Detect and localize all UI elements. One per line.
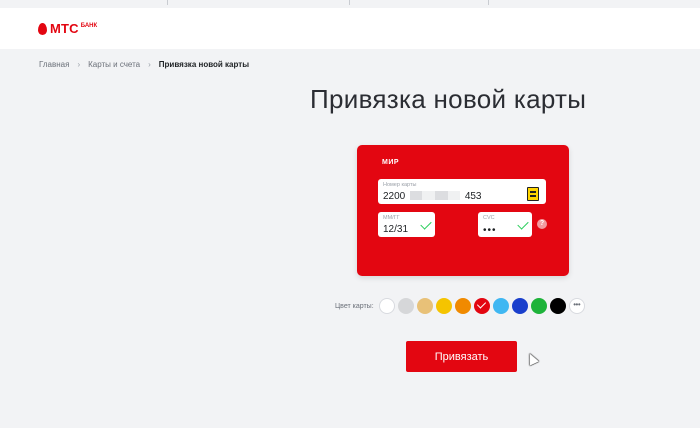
mir-logo: МИР bbox=[382, 159, 400, 166]
color-swatch[interactable] bbox=[454, 298, 471, 314]
tab-divider bbox=[349, 0, 350, 5]
mouse-cursor bbox=[525, 351, 539, 366]
color-swatch[interactable] bbox=[530, 298, 547, 314]
help-icon[interactable]: ? bbox=[537, 219, 547, 229]
header: МТС БАНК bbox=[0, 8, 700, 49]
card-number-input[interactable]: 2200 453 bbox=[383, 191, 482, 202]
tab-divider bbox=[488, 0, 489, 5]
color-swatch[interactable] bbox=[416, 298, 433, 314]
logo-subtext: БАНК bbox=[80, 23, 98, 29]
logo-text: МТС bbox=[50, 21, 79, 36]
card-preview: МИР Номер карты 2200 453 ММ/ГГ 12/31 CVC… bbox=[357, 145, 569, 276]
chevron-right-icon: › bbox=[77, 60, 81, 69]
cvc-field[interactable]: CVC ••• bbox=[478, 212, 532, 237]
card-color-picker: Цвет карты: ••• bbox=[335, 298, 585, 314]
mts-bank-logo[interactable]: МТС БАНК bbox=[38, 22, 97, 38]
top-strip bbox=[0, 0, 700, 8]
cvc-label: CVC bbox=[483, 215, 495, 221]
chevron-right-icon: › bbox=[148, 60, 151, 69]
color-swatch[interactable] bbox=[435, 298, 452, 314]
check-icon bbox=[517, 218, 529, 230]
color-swatch[interactable] bbox=[549, 298, 566, 314]
cvc-input[interactable]: ••• bbox=[483, 225, 497, 236]
color-swatch[interactable] bbox=[397, 298, 414, 314]
mts-egg-icon bbox=[38, 23, 47, 35]
card-number-end: 453 bbox=[464, 191, 482, 202]
color-swatches bbox=[378, 298, 569, 314]
breadcrumb-home[interactable]: Главная bbox=[39, 60, 69, 69]
check-icon bbox=[420, 218, 432, 230]
color-swatch[interactable] bbox=[511, 298, 528, 314]
color-swatch[interactable] bbox=[473, 298, 490, 314]
breadcrumb-current: Привязка новой карты bbox=[158, 60, 250, 69]
card-number-start: 2200 bbox=[383, 191, 406, 202]
page-title: Привязка новой карты bbox=[310, 84, 587, 114]
masked-digits bbox=[410, 191, 461, 200]
breadcrumb-cards[interactable]: Карты и счета bbox=[88, 60, 140, 69]
card-color-label: Цвет карты: bbox=[335, 302, 374, 310]
link-card-button[interactable]: Привязать bbox=[406, 341, 517, 372]
expiry-input[interactable]: 12/31 bbox=[383, 224, 408, 235]
card-number-field[interactable]: Номер карты 2200 453 bbox=[378, 179, 546, 204]
expiry-field[interactable]: ММ/ГГ 12/31 bbox=[378, 212, 435, 237]
color-swatch[interactable] bbox=[378, 298, 395, 314]
breadcrumb: Главная › Карты и счета › Привязка новой… bbox=[39, 60, 249, 69]
tab-divider bbox=[167, 0, 168, 5]
card-number-label: Номер карты bbox=[383, 182, 417, 188]
more-colors-button[interactable]: ••• bbox=[568, 298, 585, 314]
color-swatch[interactable] bbox=[492, 298, 509, 314]
expiry-label: ММ/ГГ bbox=[383, 215, 400, 221]
card-scan-icon[interactable] bbox=[527, 187, 539, 201]
